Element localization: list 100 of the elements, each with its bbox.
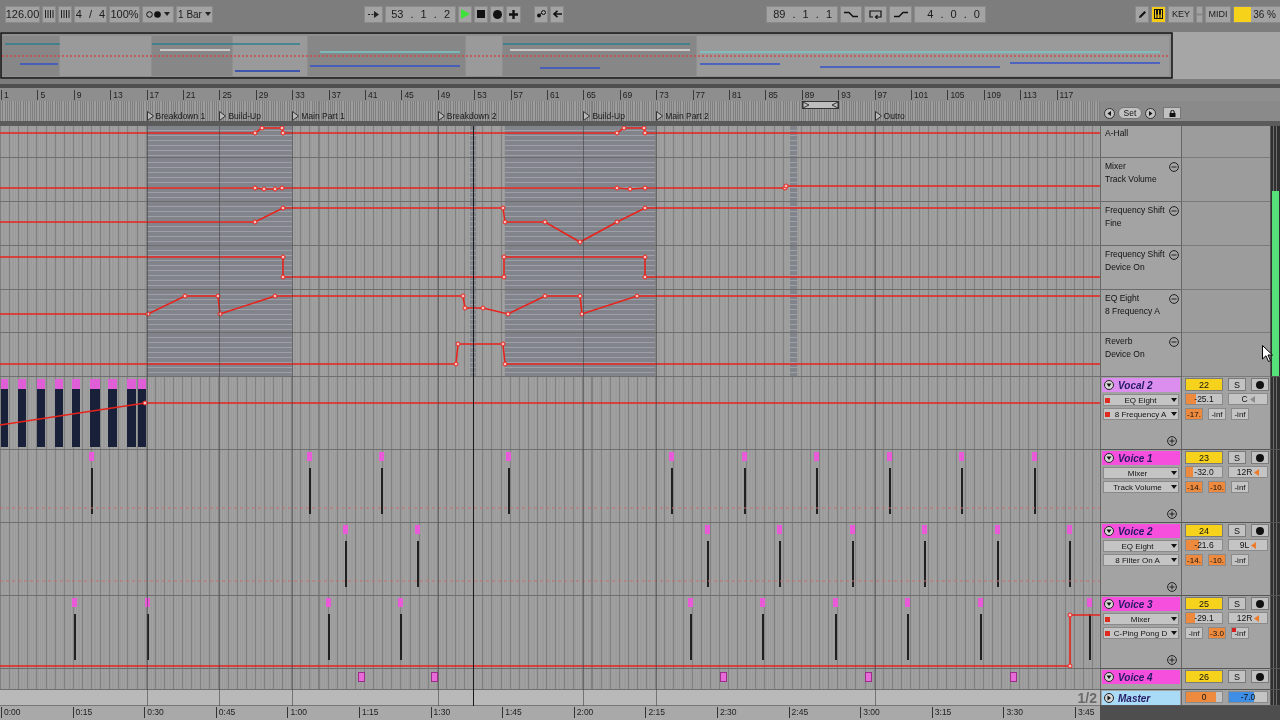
pan-field[interactable]: 9L [1228, 539, 1268, 551]
midi-clip[interactable] [138, 379, 146, 447]
locator-strip[interactable]: Breakdown 1 Build-Up Main Part 1 Breakdown 2 Build-Up Main Part 2 Outro [0, 101, 1100, 126]
audio-clip[interactable] [431, 672, 438, 682]
minus-circle-icon[interactable] [1169, 294, 1179, 304]
midi-clip[interactable] [90, 379, 100, 447]
arm-button[interactable] [1251, 378, 1269, 391]
midi-clip[interactable] [55, 379, 63, 447]
fold-right-icon[interactable] [1104, 693, 1114, 703]
arm-button[interactable] [1251, 524, 1269, 537]
key-button[interactable]: KEY [1168, 5, 1194, 23]
overdub-button[interactable] [506, 5, 521, 23]
track-title-bar[interactable]: Voice 4 [1102, 670, 1180, 684]
tempo-field[interactable]: 126.00 [5, 5, 40, 23]
time-ruler[interactable]: 0:00 0:15 0:30 0:45 1:00 1:15 1:30 1:45 2:00 2:15 2:30 2:45 3:00 3:15 3:30 3:45 [0, 706, 1100, 720]
back-button[interactable] [550, 5, 564, 23]
arm-button[interactable] [1251, 597, 1269, 610]
audio-clip[interactable] [358, 672, 365, 682]
plus-circle-icon[interactable] [1167, 509, 1177, 519]
chooser-dropdown[interactable]: EQ Eight [1103, 540, 1179, 552]
locator[interactable]: Build-Up [583, 110, 625, 121]
track-activator-button[interactable]: 24 [1185, 524, 1223, 537]
stop-button[interactable] [474, 5, 488, 23]
locator[interactable]: Breakdown 2 [437, 110, 497, 121]
zoom-field[interactable]: 100% [109, 5, 140, 23]
solo-button[interactable]: S [1228, 378, 1246, 391]
punch-out-button[interactable] [889, 5, 912, 23]
pan-field[interactable]: 12R [1228, 466, 1268, 478]
time-signature-field[interactable]: 4 / 4 [74, 5, 107, 23]
minus-circle-icon[interactable] [1169, 337, 1179, 347]
midi-clip[interactable] [37, 379, 45, 447]
solo-button[interactable]: S [1228, 597, 1246, 610]
fold-down-icon[interactable] [1104, 380, 1114, 390]
midi-clip[interactable] [108, 379, 117, 447]
loop-start-field[interactable]: 89 . 1 . 1 [766, 5, 838, 23]
track-title-bar[interactable]: Voice 2 [1102, 524, 1180, 538]
midi-clip[interactable] [72, 379, 80, 447]
audio-clip[interactable] [720, 672, 727, 682]
locator[interactable]: Main Part 1 [292, 110, 345, 121]
fold-down-icon[interactable] [1104, 526, 1114, 536]
track-title-bar[interactable]: Voice 3 [1102, 597, 1180, 611]
loop-brace[interactable] [801, 101, 839, 109]
midi-clip[interactable] [1, 379, 8, 447]
track-title-bar[interactable]: Voice 1 [1102, 451, 1180, 465]
fold-down-icon[interactable] [1104, 672, 1114, 682]
audio-clip[interactable] [865, 672, 872, 682]
locator[interactable]: Main Part 2 [656, 110, 709, 121]
chooser-dropdown[interactable]: 8 Frequency A [1103, 408, 1179, 420]
quantization-dropdown[interactable]: 1 Bar [176, 5, 213, 23]
left-arrow-circle-icon[interactable] [1104, 108, 1115, 119]
punch-in-button[interactable] [840, 5, 862, 23]
fold-down-icon[interactable] [1104, 599, 1114, 609]
minus-circle-icon[interactable] [1169, 206, 1179, 216]
loop-length-field[interactable]: 4 . 0 . 0 [914, 5, 986, 23]
track-activator-button[interactable]: 22 [1185, 378, 1223, 391]
right-arrow-circle-icon[interactable] [1145, 108, 1156, 119]
bar-ruler[interactable]: 1 5 9 13 17 21 25 29 33 37 41 45 49 53 57 61 65 69 73 77 81 85 89 93 97 101 105 109 113 117 [0, 88, 1100, 101]
position-field[interactable]: 53 . 1 . 2 [385, 5, 456, 23]
chooser-dropdown[interactable]: C-Ping Pong D [1103, 627, 1179, 639]
record-button[interactable] [490, 5, 504, 23]
minus-circle-icon[interactable] [1169, 250, 1179, 260]
automation-envelope[interactable] [0, 400, 1100, 426]
loop-button[interactable] [864, 5, 887, 23]
volume-field[interactable]: -32.0 [1185, 466, 1223, 478]
fold-down-icon[interactable] [1104, 453, 1114, 463]
locator[interactable]: Build-Up [219, 110, 261, 121]
draw-mode-button[interactable] [1135, 5, 1149, 23]
arm-button[interactable] [1251, 451, 1269, 464]
lock-button[interactable] [1163, 107, 1181, 119]
nudge-up-button[interactable] [58, 5, 72, 23]
cue-volume-field[interactable]: 0 [1185, 691, 1223, 703]
chooser-dropdown[interactable]: EQ Eight [1103, 394, 1179, 406]
overview-drawing[interactable] [0, 32, 1280, 79]
track-activator-button[interactable]: 26 [1185, 670, 1223, 683]
pan-field[interactable]: C [1228, 393, 1268, 405]
automation-button[interactable] [534, 5, 548, 23]
solo-button[interactable]: S [1228, 670, 1246, 683]
track-title-bar[interactable]: Master [1102, 691, 1180, 705]
pan-field[interactable]: 12R [1228, 612, 1268, 624]
set-button[interactable]: Set [1118, 107, 1142, 119]
chooser-dropdown[interactable]: Mixer [1103, 467, 1179, 479]
plus-circle-icon[interactable] [1167, 582, 1177, 592]
arm-button[interactable] [1251, 670, 1269, 683]
solo-button[interactable]: S [1228, 524, 1246, 537]
track-title-bar[interactable]: Vocal 2 [1102, 378, 1180, 392]
chooser-dropdown[interactable]: 8 Filter On A [1103, 554, 1179, 566]
midi-clip[interactable] [127, 379, 136, 447]
midi-button[interactable]: MIDI [1205, 5, 1231, 23]
chooser-dropdown[interactable]: Mixer [1103, 613, 1179, 625]
keyboard-button[interactable] [1151, 5, 1166, 23]
follow-button[interactable] [364, 5, 383, 23]
midi-clip[interactable] [18, 379, 26, 447]
track-activator-button[interactable]: 25 [1185, 597, 1223, 610]
minus-circle-icon[interactable] [1169, 162, 1179, 172]
plus-circle-icon[interactable] [1167, 655, 1177, 665]
solo-button[interactable]: S [1228, 451, 1246, 464]
audio-clip[interactable] [1010, 672, 1017, 682]
track-activator-button[interactable]: 23 [1185, 451, 1223, 464]
locator[interactable]: Outro [874, 110, 905, 121]
plus-circle-icon[interactable] [1167, 436, 1177, 446]
